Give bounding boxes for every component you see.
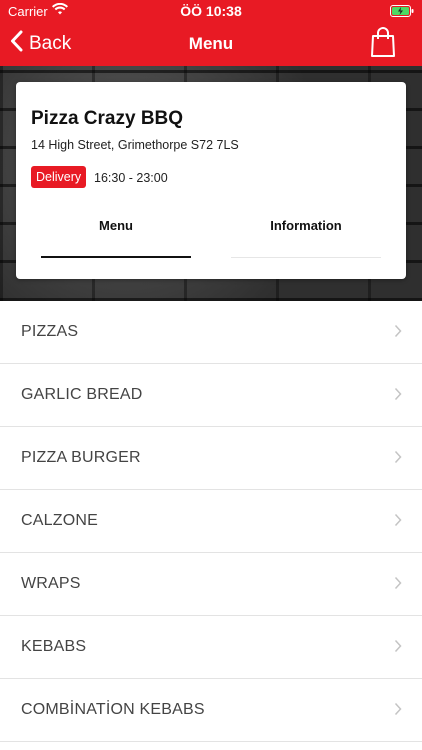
page-title: Menu	[188, 34, 234, 53]
chevron-right-icon	[394, 513, 402, 532]
category-label: GARLIC BREAD	[21, 386, 143, 403]
status-bar: Carrier ÖÖ 10:38	[0, 0, 422, 22]
restaurant-name: Pizza Crazy BBQ	[31, 108, 184, 129]
tab-information-label: Information	[270, 218, 342, 233]
chevron-right-icon	[394, 576, 402, 595]
tab-menu-indicator	[41, 256, 191, 258]
chevron-right-icon	[394, 387, 402, 406]
navigation-bar: Back Menu	[0, 22, 422, 66]
chevron-right-icon	[394, 324, 402, 343]
chevron-right-icon	[394, 450, 402, 469]
restaurant-card: Pizza Crazy BBQ 14 High Street, Grimetho…	[16, 82, 406, 279]
tab-menu-label: Menu	[99, 218, 133, 233]
category-item-kebabs[interactable]: KEBABS	[0, 616, 422, 679]
delivery-badge: Delivery	[31, 166, 87, 188]
tab-menu[interactable]: Menu	[41, 218, 191, 258]
restaurant-address: 14 High Street, Grimethorpe S72 7LS	[31, 138, 239, 152]
category-label: CALZONE	[21, 512, 98, 529]
category-item-wraps[interactable]: WRAPS	[0, 553, 422, 616]
battery-charging-icon	[390, 5, 414, 20]
tab-information[interactable]: Information	[231, 218, 381, 258]
category-label: PIZZAS	[21, 323, 79, 340]
chevron-right-icon	[394, 702, 402, 721]
category-label: KEBABS	[21, 638, 87, 655]
category-item-pizza-burger[interactable]: PIZZA BURGER	[0, 427, 422, 490]
shopping-bag-icon[interactable]	[370, 26, 396, 63]
clock: ÖÖ 10:38	[180, 3, 242, 19]
opening-hours: 16:30 - 23:00	[94, 171, 168, 185]
category-list: PIZZAS GARLIC BREAD PIZZA BURGER CALZONE…	[0, 301, 422, 742]
category-item-garlic-bread[interactable]: GARLIC BREAD	[0, 364, 422, 427]
top-bar: Carrier ÖÖ 10:38 Back Menu	[0, 0, 422, 66]
category-item-combination-kebabs[interactable]: COMBİNATİON KEBABS	[0, 679, 422, 742]
category-label: PIZZA BURGER	[21, 449, 141, 466]
chevron-right-icon	[394, 639, 402, 658]
category-item-calzone[interactable]: CALZONE	[0, 490, 422, 553]
tab-information-indicator	[231, 257, 381, 258]
category-label: WRAPS	[21, 575, 81, 592]
category-item-pizzas[interactable]: PIZZAS	[0, 301, 422, 364]
category-label: COMBİNATİON KEBABS	[21, 701, 205, 718]
